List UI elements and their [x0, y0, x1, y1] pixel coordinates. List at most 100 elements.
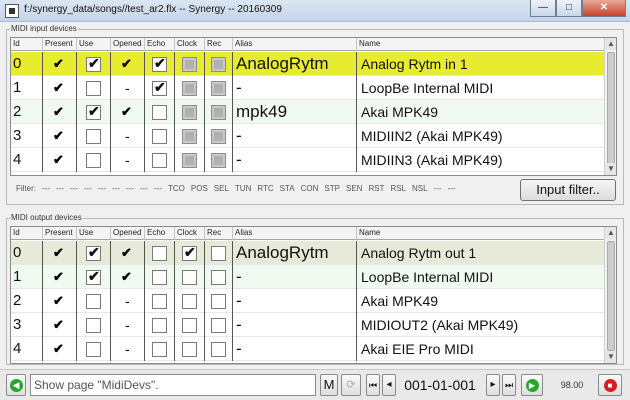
minimize-button[interactable]: —	[530, 0, 556, 17]
table-row[interactable]: 0 ✔ ✔ AnalogRytmAnalog Rytm out 1	[11, 241, 605, 265]
table-row[interactable]: 1 ✔ ✔ -LoopBe Internal MIDI	[11, 265, 605, 289]
cell-id: 1	[11, 265, 43, 289]
column-header-opened[interactable]: Opened	[111, 227, 145, 240]
clock-checkbox[interactable]	[182, 342, 197, 357]
loop-button[interactable]: ⟳	[341, 374, 361, 396]
song-position: 001-01-001	[404, 377, 476, 393]
echo-checkbox[interactable]	[152, 246, 167, 261]
column-header-present[interactable]: Present	[43, 227, 77, 240]
echo-checkbox[interactable]	[152, 129, 167, 144]
checkmark-icon: ✔	[53, 128, 64, 143]
column-header-alias[interactable]: Alias	[233, 227, 357, 240]
filter-item: ---	[433, 184, 442, 193]
table-row[interactable]: 2 ✔ ✔ mpk49Akai MPK49	[11, 100, 605, 124]
column-header-name[interactable]: Name	[357, 227, 605, 240]
column-header-clock[interactable]: Clock	[175, 38, 205, 51]
cell-present: ✔	[43, 52, 77, 76]
table-row[interactable]: 0 ✔ ✔ AnalogRytmAnalog Rytm in 1	[11, 52, 605, 76]
use-checkbox[interactable]	[86, 153, 101, 168]
close-button[interactable]: ✕	[582, 0, 626, 17]
use-checkbox[interactable]	[86, 244, 101, 261]
prev-button[interactable]: ◂	[382, 374, 396, 396]
column-header-name[interactable]: Name	[357, 38, 605, 51]
clock-checkbox[interactable]	[182, 318, 197, 333]
first-button[interactable]: ⏮	[366, 374, 380, 396]
use-checkbox[interactable]	[86, 318, 101, 333]
scroll-thumb[interactable]	[607, 241, 615, 351]
scroll-down-arrow-icon[interactable]: ▼	[605, 163, 616, 175]
input-filter-button[interactable]: Input filter..	[520, 179, 616, 201]
rec-checkbox[interactable]	[211, 246, 226, 261]
cell-rec	[205, 337, 233, 361]
column-header-opened[interactable]: Opened	[111, 38, 145, 51]
maximize-button[interactable]: □	[556, 0, 582, 17]
column-header-echo[interactable]: Echo	[145, 227, 175, 240]
table-row[interactable]: 3 ✔ - - MIDIOUT2 (Akai MPK49)	[11, 313, 605, 337]
cell-alias: -	[233, 265, 357, 289]
filter-item: ---	[140, 184, 148, 193]
use-checkbox[interactable]	[86, 81, 101, 96]
clock-checkbox[interactable]	[182, 244, 197, 261]
command-input[interactable]	[30, 374, 316, 396]
clock-checkbox[interactable]	[182, 270, 197, 285]
rec-checkbox[interactable]	[211, 318, 226, 333]
column-header-use[interactable]: Use	[77, 38, 111, 51]
echo-checkbox[interactable]	[152, 294, 167, 309]
table-row[interactable]: 2 ✔ - - Akai MPK49	[11, 289, 605, 313]
output-scrollbar[interactable]: ▲ ▼	[604, 227, 616, 363]
column-header-id[interactable]: Id	[11, 38, 43, 51]
echo-checkbox[interactable]	[152, 79, 167, 96]
column-header-rec[interactable]: Rec	[205, 38, 233, 51]
column-header-clock[interactable]: Clock	[175, 227, 205, 240]
scroll-thumb[interactable]	[607, 52, 615, 164]
echo-checkbox[interactable]	[152, 55, 167, 72]
rec-checkbox[interactable]	[211, 294, 226, 309]
cell-id: 1	[11, 76, 43, 100]
cell-echo	[145, 265, 175, 289]
checkmark-icon: ✔	[121, 245, 132, 260]
scroll-down-arrow-icon[interactable]: ▼	[605, 351, 616, 363]
table-row[interactable]: 3 ✔ - - MIDIIN2 (Akai MPK49)	[11, 124, 605, 148]
column-header-present[interactable]: Present	[43, 38, 77, 51]
column-header-alias[interactable]: Alias	[233, 38, 357, 51]
last-button[interactable]: ⏭	[502, 374, 516, 396]
checkmark-icon: ✔	[53, 80, 64, 95]
column-header-id[interactable]: Id	[11, 227, 43, 240]
stop-button[interactable]: ■	[598, 374, 622, 396]
use-checkbox[interactable]	[86, 55, 101, 72]
cell-clock	[175, 148, 205, 172]
cell-clock	[175, 337, 205, 361]
back-button[interactable]: ◀	[6, 374, 26, 396]
use-checkbox[interactable]	[86, 129, 101, 144]
use-checkbox[interactable]	[86, 294, 101, 309]
use-checkbox[interactable]	[86, 342, 101, 357]
column-header-echo[interactable]: Echo	[145, 38, 175, 51]
scroll-up-arrow-icon[interactable]: ▲	[605, 38, 616, 50]
echo-checkbox[interactable]	[152, 318, 167, 333]
checkmark-icon: ✔	[121, 104, 132, 119]
echo-checkbox[interactable]	[152, 270, 167, 285]
tempo-display: 98.00	[560, 380, 584, 390]
echo-checkbox[interactable]	[152, 153, 167, 168]
cell-id: 0	[11, 241, 43, 265]
cell-clock	[175, 52, 205, 76]
next-button[interactable]: ▸	[486, 374, 500, 396]
echo-checkbox[interactable]	[152, 105, 167, 120]
use-checkbox[interactable]	[86, 103, 101, 120]
cell-use	[77, 241, 111, 265]
input-scrollbar[interactable]: ▲ ▼	[604, 38, 616, 175]
m-button[interactable]: M	[320, 374, 338, 396]
echo-checkbox[interactable]	[152, 342, 167, 357]
column-header-use[interactable]: Use	[77, 227, 111, 240]
table-row[interactable]: 1✔--LoopBe Internal MIDI	[11, 76, 605, 100]
play-button[interactable]: ▶	[521, 374, 543, 396]
use-checkbox[interactable]	[86, 268, 101, 285]
clock-checkbox[interactable]	[182, 294, 197, 309]
rec-checkbox[interactable]	[211, 342, 226, 357]
rec-checkbox[interactable]	[211, 270, 226, 285]
table-row[interactable]: 4 ✔ - - MIDIIN3 (Akai MPK49)	[11, 148, 605, 172]
scroll-up-arrow-icon[interactable]: ▲	[605, 227, 616, 239]
dash-text: -	[125, 317, 130, 333]
column-header-rec[interactable]: Rec	[205, 227, 233, 240]
table-row[interactable]: 4 ✔ - - Akai EIE Pro MIDI	[11, 337, 605, 361]
